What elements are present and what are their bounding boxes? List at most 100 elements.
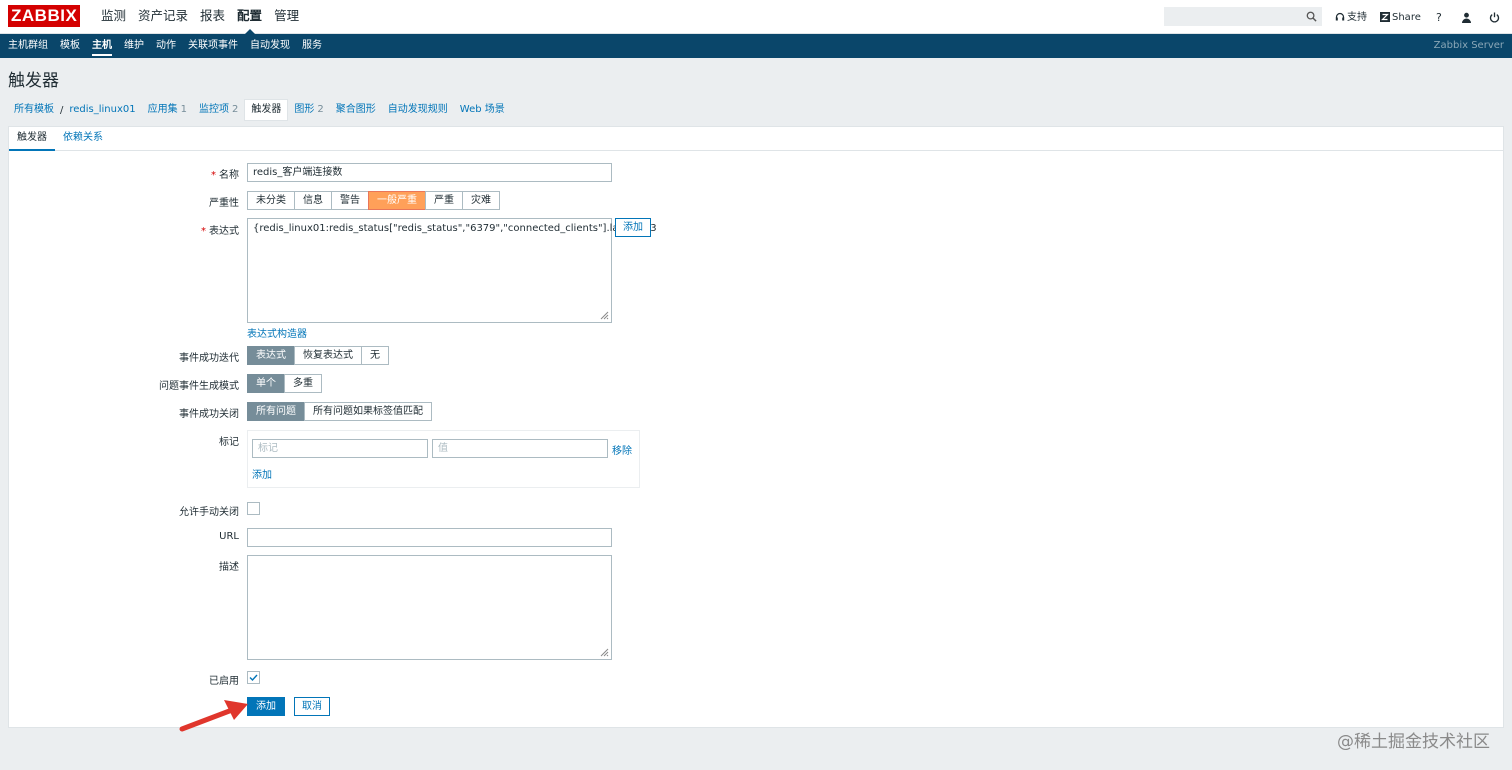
tag-value-input[interactable]: 值	[432, 439, 608, 458]
severity-warning[interactable]: 警告	[331, 191, 369, 210]
breadcrumb: 所有模板 / redis_linux01 应用集 1 监控项 2 触发器 图形 2 聚…	[8, 99, 511, 121]
subnav-event-correlation[interactable]: 关联项事件	[183, 34, 243, 58]
problem-mode-selector: 单个 多重	[247, 374, 322, 393]
ok-event-recovery-expression[interactable]: 恢复表达式	[294, 346, 362, 365]
ok-event-label: 事件成功迭代	[179, 353, 239, 364]
zabbix-logo[interactable]: ZABBIX	[8, 5, 81, 27]
server-name: Zabbix Server	[1433, 40, 1504, 51]
top-header: ZABBIX 监测 资产记录 报表 配置 管理 支持 Share ?	[0, 0, 1512, 35]
subnav-maintenance[interactable]: 维护	[119, 34, 149, 58]
required-marker: *	[201, 226, 206, 237]
crumb-graphs[interactable]: 图形 2	[288, 100, 329, 120]
crumb-graphs-label: 图形	[294, 104, 315, 115]
watermark: @稀土掘金技术社区	[1337, 732, 1490, 752]
help-button[interactable]: ?	[1436, 0, 1442, 34]
crumb-host[interactable]: redis_linux01	[63, 100, 141, 120]
tab-trigger[interactable]: 触发器	[9, 127, 55, 151]
user-icon	[1462, 12, 1471, 23]
severity-high[interactable]: 严重	[425, 191, 463, 210]
crumb-applications-count: 1	[180, 104, 188, 115]
expression-textarea[interactable]: {redis_linux01:redis_status["redis_statu…	[247, 218, 657, 323]
crumb-screens[interactable]: 聚合图形	[330, 100, 382, 120]
ok-close-tag-match[interactable]: 所有问题如果标签值匹配	[304, 402, 432, 421]
manual-close-checkbox[interactable]	[247, 502, 260, 515]
name-label: * 名称	[211, 166, 239, 181]
subnav-templates[interactable]: 模板	[55, 34, 85, 58]
severity-disaster[interactable]: 灾难	[462, 191, 500, 210]
resize-grip-icon[interactable]	[600, 648, 609, 657]
severity-label: 严重性	[209, 198, 239, 209]
expression-builder-link[interactable]: 表达式构造器	[247, 325, 307, 340]
description-textarea[interactable]	[247, 555, 612, 660]
ok-close-all-problems[interactable]: 所有问题	[247, 402, 305, 421]
severity-selector: 未分类 信息 警告 一般严重 严重 灾难	[247, 191, 500, 210]
tag-name-placeholder: 标记	[258, 443, 278, 454]
expression-label: * 表达式	[201, 222, 239, 237]
tag-name-input[interactable]: 标记	[252, 439, 428, 458]
nav-administration[interactable]: 管理	[269, 0, 304, 34]
cancel-button[interactable]: 取消	[294, 697, 330, 716]
crumb-items-label: 监控项	[199, 104, 230, 115]
subnav-hosts[interactable]: 主机	[87, 34, 117, 58]
power-icon	[1489, 12, 1500, 22]
resize-grip-icon[interactable]	[600, 311, 609, 320]
main-nav: 监测 资产记录 报表 配置 管理	[96, 0, 306, 35]
subnav-discovery[interactable]: 自动发现	[245, 34, 295, 58]
expression-add-button[interactable]: 添加	[615, 218, 651, 237]
nav-monitoring[interactable]: 监测	[96, 0, 131, 34]
crumb-all-templates[interactable]: 所有模板	[8, 100, 60, 120]
ok-event-none[interactable]: 无	[361, 346, 389, 365]
problem-mode-multiple[interactable]: 多重	[284, 374, 322, 393]
crumb-applications-label: 应用集	[147, 104, 178, 115]
url-input[interactable]	[247, 528, 612, 547]
nav-inventory[interactable]: 资产记录	[133, 0, 193, 34]
form-tabs: 触发器 依赖关系	[9, 127, 1503, 151]
crumb-graphs-count: 2	[317, 104, 324, 115]
severity-information[interactable]: 信息	[294, 191, 332, 210]
expression-text: {redis_linux01:redis_status["redis_statu…	[253, 223, 657, 234]
submit-add-button[interactable]: 添加	[247, 697, 285, 716]
sign-out-button[interactable]	[1489, 0, 1500, 34]
severity-average[interactable]: 一般严重	[368, 191, 426, 210]
checkmark-icon	[249, 674, 258, 682]
share-label: Share	[1392, 11, 1421, 23]
name-label-text: 名称	[219, 170, 239, 181]
nav-reports[interactable]: 报表	[195, 0, 230, 34]
url-label: URL	[219, 531, 239, 542]
share-link[interactable]: Share	[1380, 0, 1421, 34]
crumb-items[interactable]: 监控项 2	[193, 100, 244, 120]
page-title: 触发器	[8, 71, 59, 91]
problem-mode-label: 问题事件生成模式	[159, 381, 239, 392]
trigger-form-panel: 触发器 依赖关系 * 名称 redis_客户端连接数 严重性 未分类 信息 警告 …	[8, 126, 1504, 728]
problem-mode-single[interactable]: 单个	[247, 374, 285, 393]
tag-add-link[interactable]: 添加	[252, 466, 272, 481]
crumb-web-scenarios[interactable]: Web 场景	[454, 100, 511, 120]
user-profile-button[interactable]	[1461, 0, 1472, 34]
crumb-discovery-rules[interactable]: 自动发现规则	[382, 100, 454, 120]
name-input[interactable]: redis_客户端连接数	[247, 163, 612, 182]
help-icon: ?	[1436, 10, 1442, 24]
enabled-label: 已启用	[209, 676, 239, 687]
tags-table: 标记 值 移除 添加	[247, 430, 640, 488]
tag-remove-link[interactable]: 移除	[612, 442, 632, 457]
support-label: 支持	[1347, 11, 1367, 23]
tags-label: 标记	[219, 437, 239, 448]
expression-label-text: 表达式	[209, 226, 239, 237]
subnav-actions[interactable]: 动作	[151, 34, 181, 58]
description-label: 描述	[219, 562, 239, 573]
crumb-triggers[interactable]: 触发器	[244, 99, 289, 121]
subnav-services[interactable]: 服务	[297, 34, 327, 58]
required-marker: *	[211, 170, 216, 181]
share-icon	[1380, 12, 1390, 22]
crumb-items-count: 2	[232, 104, 239, 115]
search-icon[interactable]	[1306, 11, 1317, 22]
tab-dependencies[interactable]: 依赖关系	[55, 127, 111, 150]
enabled-checkbox[interactable]	[247, 671, 260, 684]
severity-not-classified[interactable]: 未分类	[247, 191, 295, 210]
support-link[interactable]: 支持	[1335, 0, 1367, 34]
crumb-applications[interactable]: 应用集 1	[142, 100, 193, 120]
search-input[interactable]	[1164, 7, 1322, 26]
subnav-host-groups[interactable]: 主机群组	[3, 34, 53, 58]
ok-event-expression[interactable]: 表达式	[247, 346, 295, 365]
nav-configuration[interactable]: 配置	[232, 0, 267, 35]
